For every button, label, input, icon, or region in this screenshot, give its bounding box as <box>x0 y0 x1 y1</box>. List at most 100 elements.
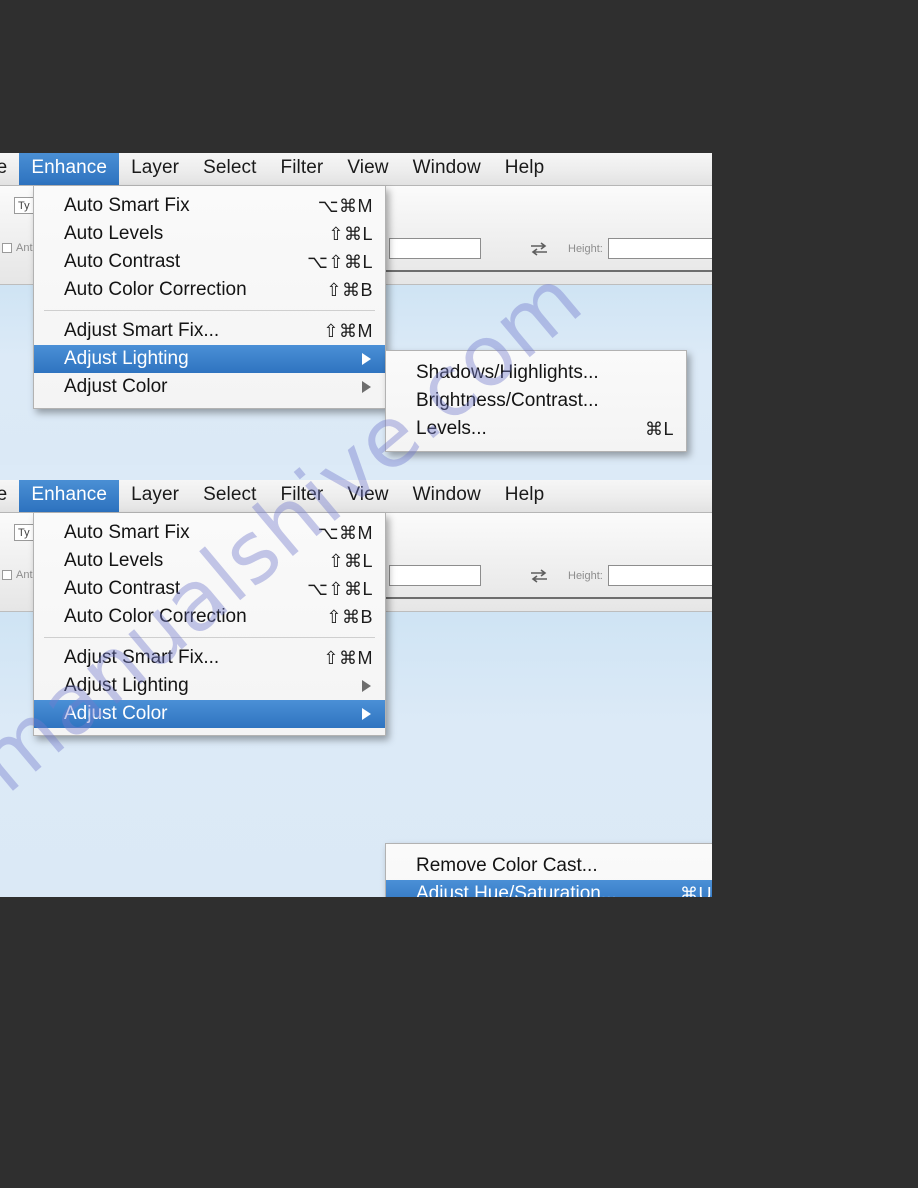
swap-width-height-icon-2[interactable] <box>528 568 550 584</box>
antialias-row-2: Ant <box>2 569 33 581</box>
menu-view[interactable]: View <box>335 153 400 185</box>
menu-view-2[interactable]: View <box>335 480 400 512</box>
menu-separator-2 <box>44 637 375 638</box>
menuitem-shadows-highlights[interactable]: Shadows/Highlights... <box>386 359 686 387</box>
height-label-1: Height: <box>568 242 603 255</box>
menu-help-2[interactable]: Help <box>493 480 556 512</box>
menuitem-shortcut: ⇧⌘L <box>328 223 373 244</box>
width-row-2: th <box>375 565 482 586</box>
menuitem-shortcut: ⌥⇧⌘L <box>307 578 373 599</box>
menuitem-label: Auto Color Correction <box>64 279 247 300</box>
antialias-checkbox-2[interactable] <box>2 570 12 580</box>
menuitem-label: Adjust Smart Fix... <box>64 647 220 668</box>
menuitem-shortcut: ⇧⌘M <box>323 320 373 341</box>
menuitem-adjust-hue-saturation[interactable]: Adjust Hue/Saturation... ⌘U <box>386 880 712 897</box>
menuitem-label: Shadows/Highlights... <box>416 362 599 383</box>
menuitem-adjust-smart-fix[interactable]: Adjust Smart Fix... ⇧⌘M <box>34 317 385 345</box>
menu-filter-2[interactable]: Filter <box>269 480 336 512</box>
type-select-1[interactable]: Ty <box>14 197 34 214</box>
menuitem-label: Auto Color Correction <box>64 606 247 627</box>
screenshot-region: ge Enhance Layer Select Filter View Wind… <box>0 153 712 897</box>
height-input-2[interactable] <box>607 565 712 586</box>
antialias-label-1: Ant <box>16 242 33 254</box>
menuitem-label: Brightness/Contrast... <box>416 390 599 411</box>
type-select-row-1: Ty <box>14 197 34 214</box>
menuitem-label: Adjust Hue/Saturation... <box>416 883 617 897</box>
menuitem-shortcut: ⌥⌘M <box>317 522 373 543</box>
menuitem-auto-levels[interactable]: Auto Levels ⇧⌘L <box>34 220 385 248</box>
menuitem-auto-smart-fix-2[interactable]: Auto Smart Fix ⌥⌘M <box>34 519 385 547</box>
enhance-dropdown-1: Auto Smart Fix ⌥⌘M Auto Levels ⇧⌘L Auto … <box>33 186 386 409</box>
swap-arrows-glyph <box>531 242 547 256</box>
menuitem-auto-smart-fix[interactable]: Auto Smart Fix ⌥⌘M <box>34 192 385 220</box>
menuitem-adjust-color[interactable]: Adjust Color <box>34 373 385 401</box>
menu-enhance[interactable]: Enhance <box>19 153 120 185</box>
height-input-1[interactable] <box>607 238 712 259</box>
menuitem-label: Adjust Color <box>64 703 168 724</box>
menuitem-brightness-contrast[interactable]: Brightness/Contrast... <box>386 387 686 415</box>
menuitem-label: Auto Levels <box>64 550 164 571</box>
menu-window[interactable]: Window <box>401 153 493 185</box>
menuitem-label: Adjust Lighting <box>64 675 189 696</box>
menuitem-label: Auto Contrast <box>64 578 181 599</box>
menuitem-label: Adjust Lighting <box>64 348 189 369</box>
swap-width-height-icon-1[interactable] <box>528 241 550 257</box>
swap-arrows-glyph <box>531 569 547 583</box>
width-row-1: th <box>375 238 482 259</box>
menuitem-label: Auto Smart Fix <box>64 195 190 216</box>
type-select-2[interactable]: Ty <box>14 524 34 541</box>
menu-window-2[interactable]: Window <box>401 480 493 512</box>
height-row-1: Height: <box>568 238 712 259</box>
menu-image-clipped-2[interactable]: ge <box>0 480 19 512</box>
menu-select[interactable]: Select <box>191 153 268 185</box>
menu-enhance-2[interactable]: Enhance <box>19 480 120 512</box>
menuitem-adjust-lighting-2[interactable]: Adjust Lighting <box>34 672 385 700</box>
swap-row-1 <box>528 241 550 257</box>
menu-layer-2[interactable]: Layer <box>119 480 191 512</box>
page-root: ge Enhance Layer Select Filter View Wind… <box>0 0 918 1188</box>
menuitem-shortcut: ⇧⌘B <box>326 606 373 627</box>
menuitem-auto-color-correction[interactable]: Auto Color Correction ⇧⌘B <box>34 276 385 304</box>
menuitem-auto-contrast[interactable]: Auto Contrast ⌥⇧⌘L <box>34 248 385 276</box>
menuitem-shortcut: ⌘U <box>680 883 712 898</box>
menuitem-auto-contrast-2[interactable]: Auto Contrast ⌥⇧⌘L <box>34 575 385 603</box>
menu-select-2[interactable]: Select <box>191 480 268 512</box>
menuitem-label: Levels... <box>416 418 487 439</box>
menuitem-adjust-lighting[interactable]: Adjust Lighting <box>34 345 385 373</box>
submenu-arrow-icon <box>362 353 371 365</box>
swap-row-2 <box>528 568 550 584</box>
antialias-row-1: Ant <box>2 242 33 254</box>
width-input-1[interactable] <box>389 238 482 259</box>
type-select-row-2: Ty <box>14 524 34 541</box>
submenu-arrow-icon <box>362 381 371 393</box>
menuitem-shortcut: ⌥⌘M <box>317 195 373 216</box>
menuitem-label: Auto Levels <box>64 223 164 244</box>
menu-bar-1: ge Enhance Layer Select Filter View Wind… <box>0 153 712 186</box>
menuitem-remove-color-cast[interactable]: Remove Color Cast... <box>386 852 712 880</box>
menu-bar-2: ge Enhance Layer Select Filter View Wind… <box>0 480 712 513</box>
antialias-checkbox-1[interactable] <box>2 243 12 253</box>
menu-help[interactable]: Help <box>493 153 556 185</box>
menuitem-label: Adjust Color <box>64 376 168 397</box>
adjust-color-submenu: Remove Color Cast... Adjust Hue/Saturati… <box>385 843 712 897</box>
menuitem-auto-color-correction-2[interactable]: Auto Color Correction ⇧⌘B <box>34 603 385 631</box>
capture-two: ge Enhance Layer Select Filter View Wind… <box>0 480 712 897</box>
options-divider-1 <box>378 270 712 272</box>
width-input-2[interactable] <box>389 565 482 586</box>
menuitem-label: Remove Color Cast... <box>416 855 598 876</box>
options-divider-2 <box>378 597 712 599</box>
capture-one: ge Enhance Layer Select Filter View Wind… <box>0 153 712 465</box>
antialias-label-2: Ant <box>16 569 33 581</box>
menuitem-auto-levels-2[interactable]: Auto Levels ⇧⌘L <box>34 547 385 575</box>
menu-filter[interactable]: Filter <box>269 153 336 185</box>
menuitem-adjust-smart-fix-2[interactable]: Adjust Smart Fix... ⇧⌘M <box>34 644 385 672</box>
height-row-2: Height: <box>568 565 712 586</box>
menuitem-shortcut: ⇧⌘L <box>328 550 373 571</box>
menu-image-clipped[interactable]: ge <box>0 153 19 185</box>
menuitem-shortcut: ⇧⌘M <box>323 647 373 668</box>
menuitem-adjust-color-2[interactable]: Adjust Color <box>34 700 385 728</box>
submenu-arrow-icon <box>362 708 371 720</box>
height-label-2: Height: <box>568 569 603 582</box>
menu-layer[interactable]: Layer <box>119 153 191 185</box>
menuitem-levels[interactable]: Levels... ⌘L <box>386 415 686 443</box>
